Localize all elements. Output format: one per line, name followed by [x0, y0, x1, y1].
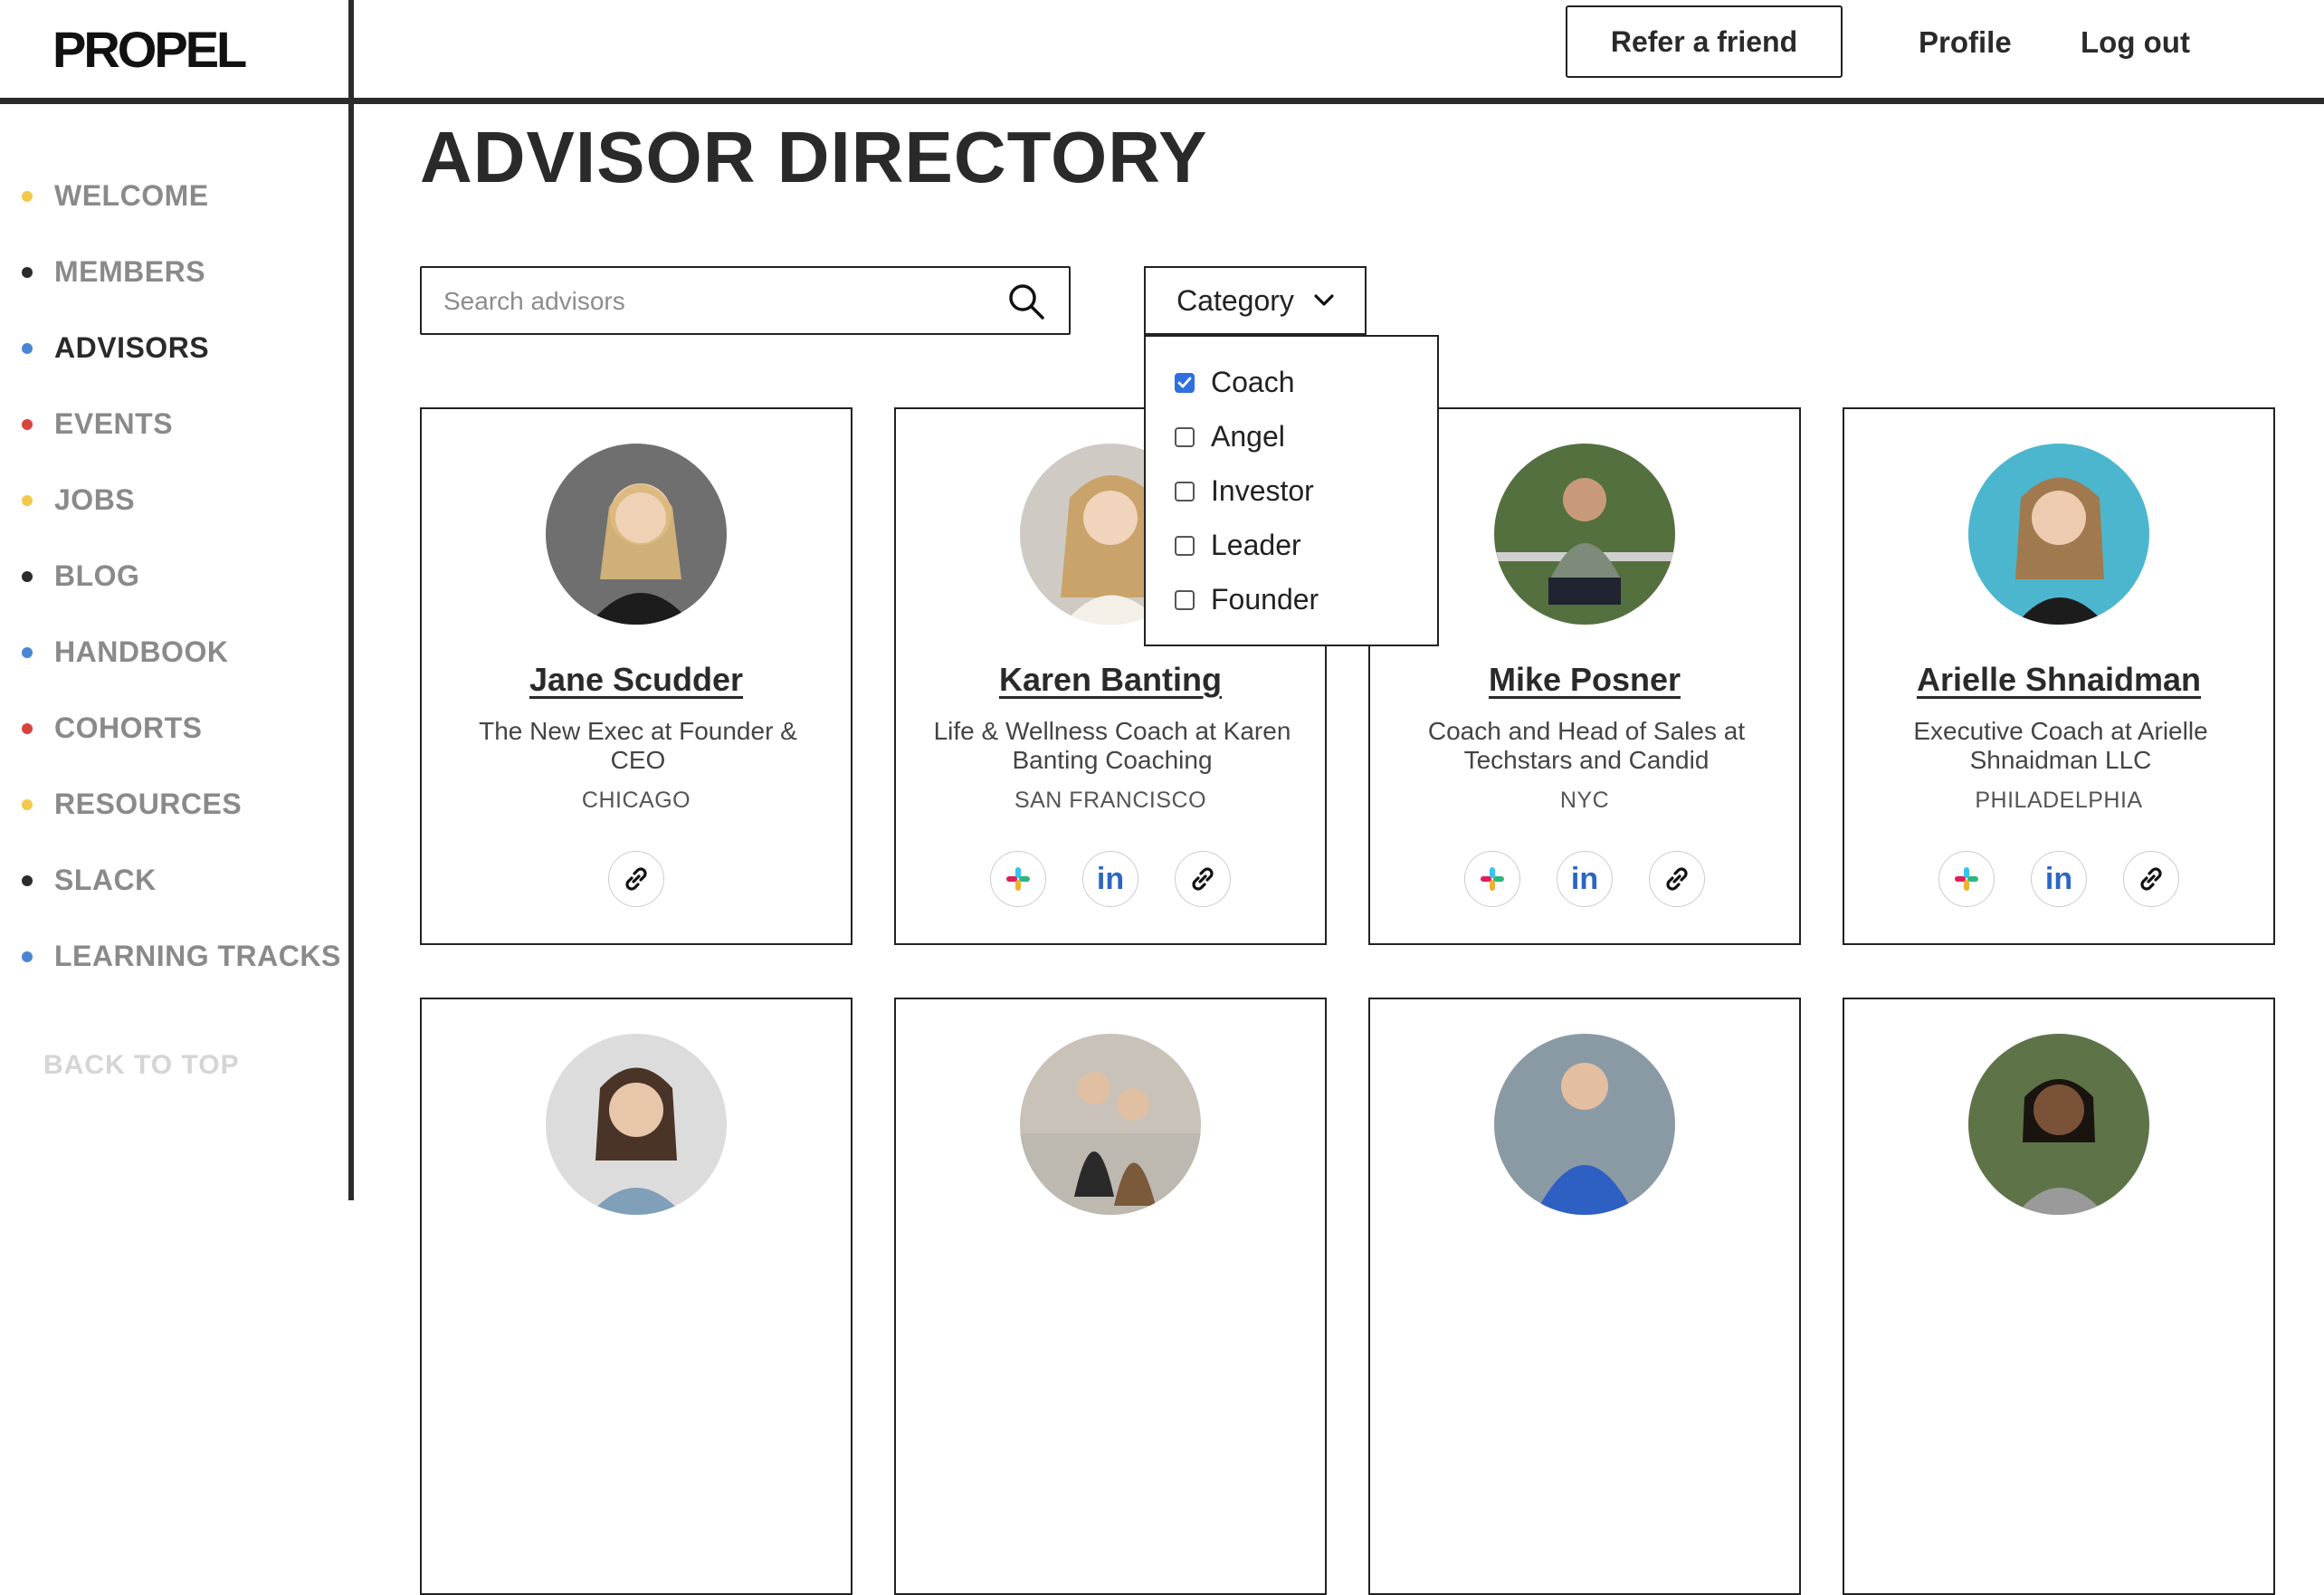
- option-label: Coach: [1211, 366, 1295, 398]
- advisor-name[interactable]: Mike Posner: [1370, 661, 1799, 699]
- sidebar-item-label: BLOG: [54, 559, 140, 592]
- advisor-role: Life & Wellness Coach at Karen Banting C…: [933, 717, 1291, 774]
- sidebar-item-label: MEMBERS: [54, 255, 206, 288]
- checkbox-checked-icon[interactable]: [1175, 372, 1195, 393]
- sidebar-divider: [348, 0, 354, 1200]
- link-icon[interactable]: [1175, 851, 1231, 907]
- bullet-icon: [22, 494, 33, 506]
- sidebar-item-advisors[interactable]: ADVISORS: [22, 331, 209, 365]
- bullet-icon: [22, 570, 33, 582]
- advisor-name[interactable]: Karen Banting: [896, 661, 1325, 699]
- advisor-location: NYC: [1559, 788, 1610, 813]
- search-icon[interactable]: [1007, 282, 1045, 320]
- bullet-icon: [22, 266, 33, 278]
- advisor-location: PHILADELPHIA: [1975, 788, 2143, 813]
- avatar: [1020, 1034, 1201, 1215]
- option-label: Leader: [1211, 529, 1301, 561]
- bullet-icon: [22, 418, 33, 430]
- category-option-leader[interactable]: Leader: [1175, 529, 1301, 562]
- avatar: [546, 1034, 727, 1215]
- avatar: [1968, 1034, 2149, 1215]
- back-to-top-link[interactable]: BACK TO TOP: [43, 1050, 240, 1081]
- sidebar-item-label: RESOURCES: [54, 788, 243, 820]
- option-label: Investor: [1211, 474, 1314, 507]
- avatar: [1968, 444, 2149, 625]
- category-option-coach[interactable]: Coach: [1175, 366, 1295, 399]
- advisor-card[interactable]: Jane Scudder The New Exec at Founder & C…: [420, 407, 852, 945]
- bullet-icon: [22, 950, 33, 962]
- category-option-founder[interactable]: Founder: [1175, 583, 1319, 616]
- sidebar-item-members[interactable]: MEMBERS: [22, 255, 205, 289]
- slack-icon[interactable]: [1464, 851, 1520, 907]
- sidebar-item-blog[interactable]: BLOG: [22, 559, 139, 593]
- link-icon[interactable]: [608, 851, 664, 907]
- category-label: Category: [1176, 283, 1294, 317]
- propel-logo[interactable]: PROPEL: [52, 20, 247, 79]
- advisor-location: SAN FRANCISCO: [1014, 788, 1207, 813]
- checkbox-icon[interactable]: [1175, 535, 1195, 556]
- advisor-role: The New Exec at Founder & CEO: [479, 717, 797, 774]
- sidebar-item-label: HANDBOOK: [54, 635, 229, 668]
- sidebar-item-learning-tracks[interactable]: LEARNING TRACKS: [22, 940, 341, 973]
- bullet-icon: [22, 190, 33, 202]
- chevron-down-icon: [1314, 294, 1334, 306]
- advisor-name[interactable]: Jane Scudder: [422, 661, 851, 699]
- avatar: [1494, 444, 1675, 625]
- slack-icon[interactable]: [1938, 851, 1995, 907]
- checkbox-icon[interactable]: [1175, 426, 1195, 447]
- category-dropdown-button[interactable]: Category: [1144, 266, 1367, 335]
- advisor-card[interactable]: [1843, 998, 2275, 1595]
- refer-friend-button[interactable]: Refer a friend: [1566, 5, 1843, 78]
- header-divider: [0, 98, 2324, 104]
- sidebar-item-label: ADVISORS: [54, 331, 210, 364]
- bullet-icon: [22, 874, 33, 886]
- page-title: ADVISOR DIRECTORY: [420, 117, 1208, 197]
- avatar: [1494, 1034, 1675, 1215]
- option-label: Angel: [1211, 420, 1285, 453]
- link-icon[interactable]: [1649, 851, 1705, 907]
- linkedin-icon[interactable]: in: [1557, 851, 1613, 907]
- advisor-card[interactable]: [894, 998, 1327, 1595]
- bullet-icon: [22, 646, 33, 658]
- advisor-name[interactable]: Arielle Shnaidman: [1844, 661, 2273, 699]
- sidebar-item-slack[interactable]: SLACK: [22, 864, 157, 897]
- advisor-card[interactable]: Arielle Shnaidman Executive Coach at Ari…: [1843, 407, 2275, 945]
- search-box: [420, 266, 1071, 335]
- category-option-investor[interactable]: Investor: [1175, 474, 1314, 508]
- bullet-icon: [22, 342, 33, 354]
- link-icon[interactable]: [2123, 851, 2179, 907]
- option-label: Founder: [1211, 583, 1319, 616]
- sidebar-item-resources[interactable]: RESOURCES: [22, 788, 242, 821]
- sidebar-item-label: WELCOME: [54, 179, 209, 212]
- advisor-location: CHICAGO: [581, 788, 691, 813]
- bullet-icon: [22, 798, 33, 810]
- sidebar-item-cohorts[interactable]: COHORTS: [22, 712, 203, 745]
- profile-link[interactable]: Profile: [1919, 25, 2012, 60]
- bullet-icon: [22, 722, 33, 734]
- checkbox-icon[interactable]: [1175, 481, 1195, 501]
- category-dropdown-menu: Coach Angel Investor Leader Founder: [1144, 335, 1439, 646]
- sidebar-item-welcome[interactable]: WELCOME: [22, 179, 209, 213]
- linkedin-icon[interactable]: in: [1082, 851, 1138, 907]
- checkbox-icon[interactable]: [1175, 589, 1195, 610]
- category-option-angel[interactable]: Angel: [1175, 420, 1285, 454]
- logout-link[interactable]: Log out: [2081, 25, 2190, 60]
- sidebar-item-label: LEARNING TRACKS: [54, 940, 341, 972]
- sidebar-item-handbook[interactable]: HANDBOOK: [22, 635, 228, 669]
- sidebar-item-label: COHORTS: [54, 712, 203, 744]
- advisor-card[interactable]: [1368, 998, 1801, 1595]
- avatar: [546, 444, 727, 625]
- advisor-role: Coach and Head of Sales at Techstars and…: [1427, 717, 1746, 774]
- advisor-role: Executive Coach at Arielle Shnaidman LLC: [1913, 717, 2208, 774]
- sidebar-item-label: JOBS: [54, 483, 136, 516]
- sidebar-item-label: SLACK: [54, 864, 157, 896]
- sidebar-item-jobs[interactable]: JOBS: [22, 483, 135, 517]
- sidebar-item-label: EVENTS: [54, 407, 174, 440]
- slack-icon[interactable]: [990, 851, 1046, 907]
- advisor-card[interactable]: [420, 998, 852, 1595]
- linkedin-icon[interactable]: in: [2031, 851, 2087, 907]
- sidebar-item-events[interactable]: EVENTS: [22, 407, 173, 441]
- search-input[interactable]: [442, 282, 988, 320]
